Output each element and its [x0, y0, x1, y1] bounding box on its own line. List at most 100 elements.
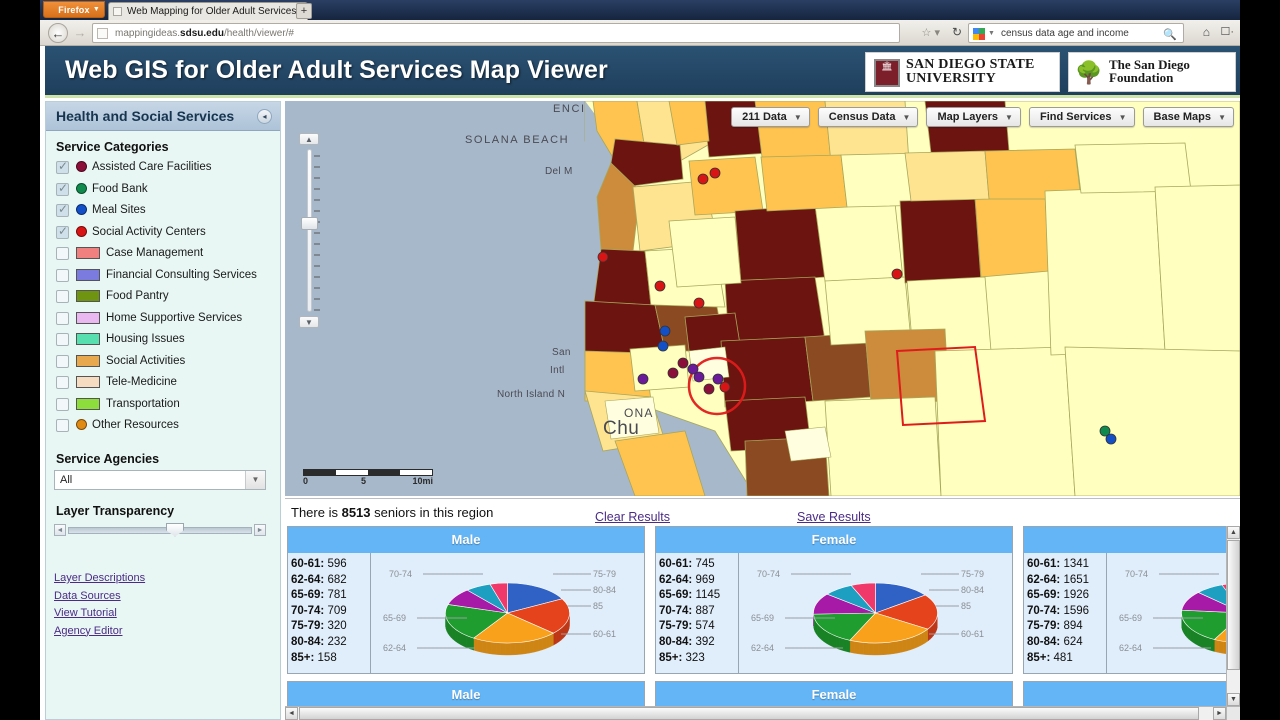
category-row-other-resources[interactable]: Other Resources	[54, 416, 280, 438]
category-checkbox[interactable]	[56, 333, 69, 346]
category-row-food-pantry[interactable]: Food Pantry	[54, 287, 280, 309]
address-bar[interactable]: mappingideas.sdsu.edu/health/viewer/#	[92, 23, 900, 43]
map-canvas[interactable]: ENCI SOLANA BEACH Del M San Intl North Island…	[285, 101, 1240, 496]
category-checkbox[interactable]	[56, 290, 69, 303]
category-checkbox[interactable]	[56, 268, 69, 282]
search-input[interactable]: ▼ census data age and income 🔍	[968, 23, 1184, 43]
layer-transparency-heading: Layer Transparency	[56, 503, 175, 518]
vertical-scroll-thumb[interactable]	[1227, 540, 1240, 670]
results-horizontal-scrollbar[interactable]: ◄ ►	[285, 706, 1226, 720]
category-label: Financial Consulting Services	[106, 268, 257, 281]
new-tab-button[interactable]: +	[296, 3, 312, 19]
url-path: /health/viewer/#	[223, 28, 294, 39]
age-breakdown-row: 80-84: 232	[291, 635, 370, 651]
logo-san-diego-state-university: 🏛 SAN DIEGO STATE UNIVERSITY	[865, 52, 1060, 92]
browser-tab[interactable]: Web Mapping for Older Adult Services Vie…	[108, 2, 308, 20]
zoom-slider-thumb[interactable]	[301, 217, 318, 230]
category-checkbox[interactable]	[56, 354, 69, 368]
scroll-right-arrow-icon[interactable]: ►	[1213, 707, 1226, 720]
sidebar-link-layer-descriptions[interactable]: Layer Descriptions	[54, 570, 145, 588]
category-row-housing-issues[interactable]: Housing Issues	[54, 330, 280, 352]
category-row-home-supportive-services[interactable]: Home Supportive Services	[54, 309, 280, 331]
zoom-in-triangle-icon[interactable]: ▲	[299, 133, 319, 145]
category-row-food-bank[interactable]: Food Bank	[54, 180, 280, 202]
chart-panel-body: 60-61: 74562-64: 96965-69: 114570-74: 88…	[656, 553, 1012, 673]
map-button-find-services[interactable]: Find Services ▼	[1028, 107, 1135, 127]
age-bracket-value: 894	[1060, 620, 1083, 633]
map-label: North Island N	[497, 389, 566, 400]
age-breakdown-row: 65-69: 781	[291, 588, 370, 604]
layer-transparency-slider[interactable]: ◄ ►	[54, 522, 266, 537]
chevron-down-icon: ▼	[793, 113, 802, 122]
age-bracket-value: 1926	[1060, 589, 1090, 602]
age-bracket-value: 682	[324, 573, 347, 586]
category-checkbox[interactable]	[56, 376, 69, 389]
chevron-down-icon: ▼	[245, 470, 265, 489]
age-breakdown-list: 60-61: 59662-64: 68265-69: 78170-74: 709…	[288, 553, 371, 673]
map-button-census-data[interactable]: Census Data ▼	[817, 107, 919, 127]
pie-callout-label: 65-69	[751, 613, 775, 623]
magnifier-icon[interactable]: 🔍	[1163, 26, 1177, 45]
collapse-left-icon[interactable]: ◂	[257, 109, 272, 124]
slider-track[interactable]	[68, 526, 252, 534]
age-breakdown-row: 60-61: 745	[659, 557, 738, 573]
age-bracket-label: 75-79:	[659, 620, 693, 633]
zoom-tick	[314, 188, 320, 190]
map-button-map-layers[interactable]: Map Layers ▼	[926, 107, 1021, 127]
zoom-tick	[314, 276, 320, 278]
service-agencies-select[interactable]: All ▼	[54, 469, 266, 490]
category-row-transportation[interactable]: Transportation	[54, 395, 280, 417]
age-bracket-value: 323	[682, 651, 705, 664]
scroll-down-arrow-icon[interactable]: ▼	[1227, 693, 1240, 706]
slider-thumb[interactable]	[166, 522, 184, 537]
map-zoom-slider[interactable]: ▲ ▼	[299, 133, 320, 328]
chevron-down-icon: ▼	[92, 6, 100, 13]
url-domain: sdsu.edu	[180, 28, 224, 39]
category-checkbox[interactable]	[56, 311, 69, 325]
map-button-211-data[interactable]: 211 Data ▼	[731, 107, 810, 127]
scroll-up-arrow-icon[interactable]: ▲	[1227, 526, 1240, 539]
category-checkbox[interactable]	[56, 224, 69, 239]
category-row-meal-sites[interactable]: Meal Sites	[54, 201, 280, 223]
firefox-menu-button[interactable]: Firefox ▼	[43, 1, 105, 18]
slider-increase-icon[interactable]: ►	[254, 523, 266, 536]
results-vertical-scrollbar[interactable]: ▲ ▼	[1226, 526, 1240, 706]
age-bracket-value: 158	[314, 651, 337, 664]
home-icon[interactable]: ⌂	[1203, 25, 1210, 39]
category-checkbox[interactable]	[56, 202, 69, 217]
category-checkbox[interactable]	[56, 397, 69, 411]
zoom-slider-track[interactable]	[307, 149, 312, 312]
bookmark-star-icon[interactable]: ☆ ▾	[922, 26, 940, 39]
chevron-down-icon: ▼	[988, 30, 995, 37]
chart-panel-title: Female	[656, 682, 1012, 708]
category-checkbox[interactable]	[56, 247, 69, 260]
extension-icon[interactable]: ☐·	[1220, 25, 1234, 38]
map-graphic	[285, 101, 1240, 496]
scroll-left-arrow-icon[interactable]: ◄	[285, 707, 298, 720]
zoom-tick	[314, 265, 320, 267]
category-checkbox[interactable]	[56, 419, 69, 432]
category-row-financial-consulting-services[interactable]: Financial Consulting Services	[54, 266, 280, 288]
category-checkbox[interactable]	[56, 181, 69, 196]
slider-decrease-icon[interactable]: ◄	[54, 523, 66, 536]
pie-callout-label: 80-84	[593, 585, 617, 595]
category-checkbox[interactable]	[56, 159, 69, 174]
app-header: Web GIS for Older Adult Services Map Vie…	[45, 46, 1240, 98]
category-row-case-management[interactable]: Case Management	[54, 244, 280, 266]
map-button-base-maps[interactable]: Base Maps ▼	[1142, 107, 1234, 127]
sidebar-link-agency-editor[interactable]: Agency Editor	[54, 623, 145, 641]
horizontal-scroll-thumb[interactable]	[299, 707, 1199, 720]
scale-end: 10mi	[412, 476, 433, 486]
category-row-social-activities[interactable]: Social Activities	[54, 352, 280, 374]
zoom-out-triangle-icon[interactable]: ▼	[299, 316, 319, 328]
category-label: Assisted Care Facilities	[92, 161, 212, 173]
category-row-social-activity-centers[interactable]: Social Activity Centers	[54, 223, 280, 245]
age-bracket-label: 70-74:	[291, 604, 325, 617]
sidebar-link-view-tutorial[interactable]: View Tutorial	[54, 605, 145, 623]
category-row-tele-medicine[interactable]: Tele-Medicine	[54, 373, 280, 395]
reload-icon[interactable]: ↻	[952, 25, 962, 39]
category-row-assisted-care-facilities[interactable]: Assisted Care Facilities	[54, 158, 280, 180]
back-arrow-icon[interactable]: ←	[48, 23, 68, 43]
forward-arrow-icon[interactable]: →	[70, 23, 90, 43]
sidebar-link-data-sources[interactable]: Data Sources	[54, 588, 145, 606]
